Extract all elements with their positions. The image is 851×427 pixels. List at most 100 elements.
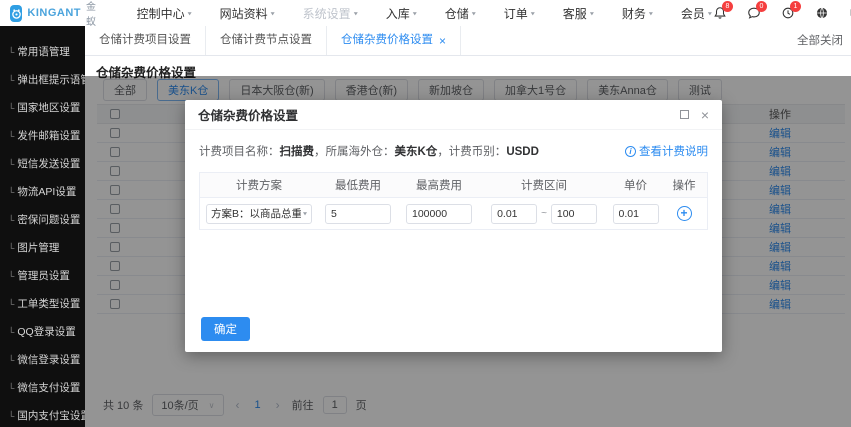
dialog-table-header: 计费方案 最低费用 最高费用 计费区间 单价 操作 (200, 173, 707, 198)
nav-menu-7[interactable]: 财务 ▾ (622, 5, 653, 22)
nav-menu-5[interactable]: 订单 ▾ (504, 5, 535, 22)
dialog-table-row: 方案B：以商品总重 ▾ ~ + (200, 198, 707, 229)
chevron-down-icon: ▾ (412, 9, 417, 17)
tab-close-icon[interactable]: × (439, 35, 446, 47)
tree-branch-icon: └ (8, 159, 15, 169)
sidebar-item-4[interactable]: └ 短信发送设置 (0, 150, 85, 178)
brand-ant-icon (10, 4, 23, 22)
nav-menu-2[interactable]: 系统设置 ▾ (303, 5, 358, 22)
tree-branch-icon: └ (8, 271, 15, 281)
dialog-column-header-0: 计费方案 (236, 180, 282, 192)
sidebar-item-6[interactable]: └ 密保问题设置 (0, 206, 85, 234)
tab-label: 仓储计费项目设置 (99, 34, 191, 46)
plan-select[interactable]: 方案B：以商品总重 ▾ (206, 203, 312, 224)
sidebar-item-11[interactable]: └ 微信登录设置 (0, 346, 85, 374)
sidebar-item-13[interactable]: └ 国内支付宝设置 (0, 402, 85, 427)
view-billing-help-link[interactable]: i 查看计费说明 (625, 143, 708, 159)
notifications-bell-icon[interactable]: 8 (712, 0, 733, 22)
tree-branch-icon: └ (8, 355, 15, 365)
close-all-tabs-button[interactable]: 全部关闭 (797, 26, 843, 56)
maximize-icon[interactable] (679, 110, 689, 119)
confirm-button[interactable]: 确定 (201, 317, 250, 341)
tab-label: 仓储杂费价格设置 (341, 34, 433, 46)
close-icon[interactable]: × (701, 108, 709, 122)
help-link-label: 查看计费说明 (639, 146, 708, 158)
dialog-column-header-2: 最高费用 (416, 180, 462, 192)
tab-0[interactable]: 仓储计费项目设置 (85, 26, 206, 55)
plan-select-value: 方案B：以商品总重 (211, 208, 301, 220)
tree-branch-icon: └ (8, 187, 15, 197)
nav-menu-label: 订单 (503, 6, 528, 21)
sidebar-item-12[interactable]: └ 微信支付设置 (0, 374, 85, 402)
add-row-plus-icon[interactable]: + (676, 206, 692, 221)
sidebar-item-8[interactable]: └ 管理员设置 (0, 262, 85, 290)
info-icon: i (625, 145, 636, 157)
chevron-down-icon: ▾ (302, 209, 307, 218)
sidebar-item-9[interactable]: └ 工单类型设置 (0, 290, 85, 318)
chevron-down-icon: ▾ (471, 9, 476, 17)
info-segment: ，计费币别： (437, 146, 507, 158)
sidebar-item-label: 常用语管理 (17, 46, 70, 58)
history-clock-icon[interactable]: 1 (780, 0, 801, 22)
nav-menu-8[interactable]: 会员 ▾ (681, 5, 712, 22)
tree-branch-icon: └ (8, 327, 15, 337)
sidebar-item-0[interactable]: └ 常用语管理 (0, 38, 85, 66)
nav-menu-4[interactable]: 仓储 ▾ (445, 5, 476, 22)
dialog-column-header-3: 计费区间 (521, 180, 567, 192)
tab-bar: 仓储计费项目设置 仓储计费节点设置 仓储杂费价格设置 × (85, 26, 851, 56)
dialog-table: 计费方案 最低费用 最高费用 计费区间 单价 操作 方案B：以商品总重 ▾ 5 … (199, 172, 708, 230)
nav-menu-label: 会员 (680, 6, 705, 21)
tree-branch-icon: └ (8, 411, 15, 421)
tree-branch-icon: └ (8, 103, 15, 113)
history-badge: 1 (789, 0, 801, 12)
tree-branch-icon: └ (8, 383, 15, 393)
sidebar-item-label: 管理员设置 (17, 270, 70, 282)
dialog-info-row: 计费项目名称：扫描费，所属海外仓：美东K仓，计费币别：USDD i 查看计费说明 (185, 130, 722, 170)
nav-menu-label: 控制中心 (136, 6, 185, 21)
unit-price-input[interactable] (612, 203, 659, 224)
sidebar-item-label: 国家地区设置 (17, 102, 81, 114)
sidebar-item-1[interactable]: └弹出框提示语管理 (0, 66, 85, 94)
info-segment: 扫描费 (279, 146, 315, 158)
nav-menu-1[interactable]: 网站资料 ▾ (220, 5, 275, 22)
nav-menu-6[interactable]: 客服 ▾ (563, 5, 594, 22)
tree-branch-icon: └ (8, 215, 15, 225)
sidebar-item-5[interactable]: └ 物流API设置 (0, 178, 85, 206)
dialog-header: 仓储杂费价格设置 × (185, 100, 722, 130)
sidebar-item-label: 弹出框提示语管理 (17, 74, 85, 86)
info-segment: ，所属海外仓： (314, 146, 395, 158)
nav-menu-label: 入库 (385, 6, 410, 21)
nav-menu-0[interactable]: 控制中心 ▾ (137, 5, 192, 22)
chevron-down-icon: ▾ (589, 9, 594, 17)
chevron-down-icon: ▾ (270, 9, 275, 17)
nav-menu-3[interactable]: 入库 ▾ (386, 5, 417, 22)
range-from-input[interactable] (491, 203, 538, 224)
sidebar: └常用语管理└弹出框提示语管理└国家地区设置└发件邮箱设置└短信发送设置└物流A… (0, 26, 85, 427)
brand-logo[interactable]: KINGANT 金蚁 (10, 0, 101, 28)
sidebar-item-10[interactable]: └ QQ登录设置 (0, 318, 85, 346)
sidebar-item-7[interactable]: └ 图片管理 (0, 234, 85, 262)
sidebar-item-label: 物流API设置 (17, 186, 77, 198)
nav-menus: 控制中心 ▾ 网站资料 ▾ 系统设置 ▾ 入库 ▾ 仓储 ▾ 订单 ▾ 客服 ▾ 财务 ▾ 会员 ▾ (137, 5, 712, 22)
globe-icon[interactable] (814, 5, 831, 22)
dialog-column-header-1: 最低费用 (335, 180, 381, 192)
brand-suffix: 金蚁 (86, 2, 97, 28)
tree-branch-icon: └ (8, 47, 15, 57)
info-segment: 计费项目名称： (199, 146, 280, 158)
tree-branch-icon: └ (8, 75, 15, 85)
tab-2[interactable]: 仓储杂费价格设置 × (327, 26, 462, 55)
messages-chat-icon[interactable]: 0 (746, 0, 767, 22)
range-to-input[interactable] (550, 203, 597, 224)
top-navbar: KINGANT 金蚁 控制中心 ▾ 网站资料 ▾ 系统设置 ▾ 入库 ▾ 仓储 ▾ 订单 ▾ 客服 ▾ 财务… (0, 0, 851, 28)
sidebar-item-label: 图片管理 (17, 242, 60, 254)
min-fee-input[interactable] (325, 203, 391, 224)
sidebar-item-3[interactable]: └ 发件邮箱设置 (0, 122, 85, 150)
brand-name: KINGANT (27, 7, 82, 19)
dialog-column-header-4: 单价 (624, 180, 647, 192)
sidebar-item-2[interactable]: └ 国家地区设置 (0, 94, 85, 122)
tab-1[interactable]: 仓储计费节点设置 (206, 26, 327, 55)
sidebar-item-label: 微信支付设置 (17, 382, 81, 394)
max-fee-input[interactable] (406, 203, 472, 224)
nav-menu-label: 系统设置 (302, 6, 351, 21)
main-layout: └常用语管理└弹出框提示语管理└国家地区设置└发件邮箱设置└短信发送设置└物流A… (0, 26, 851, 427)
